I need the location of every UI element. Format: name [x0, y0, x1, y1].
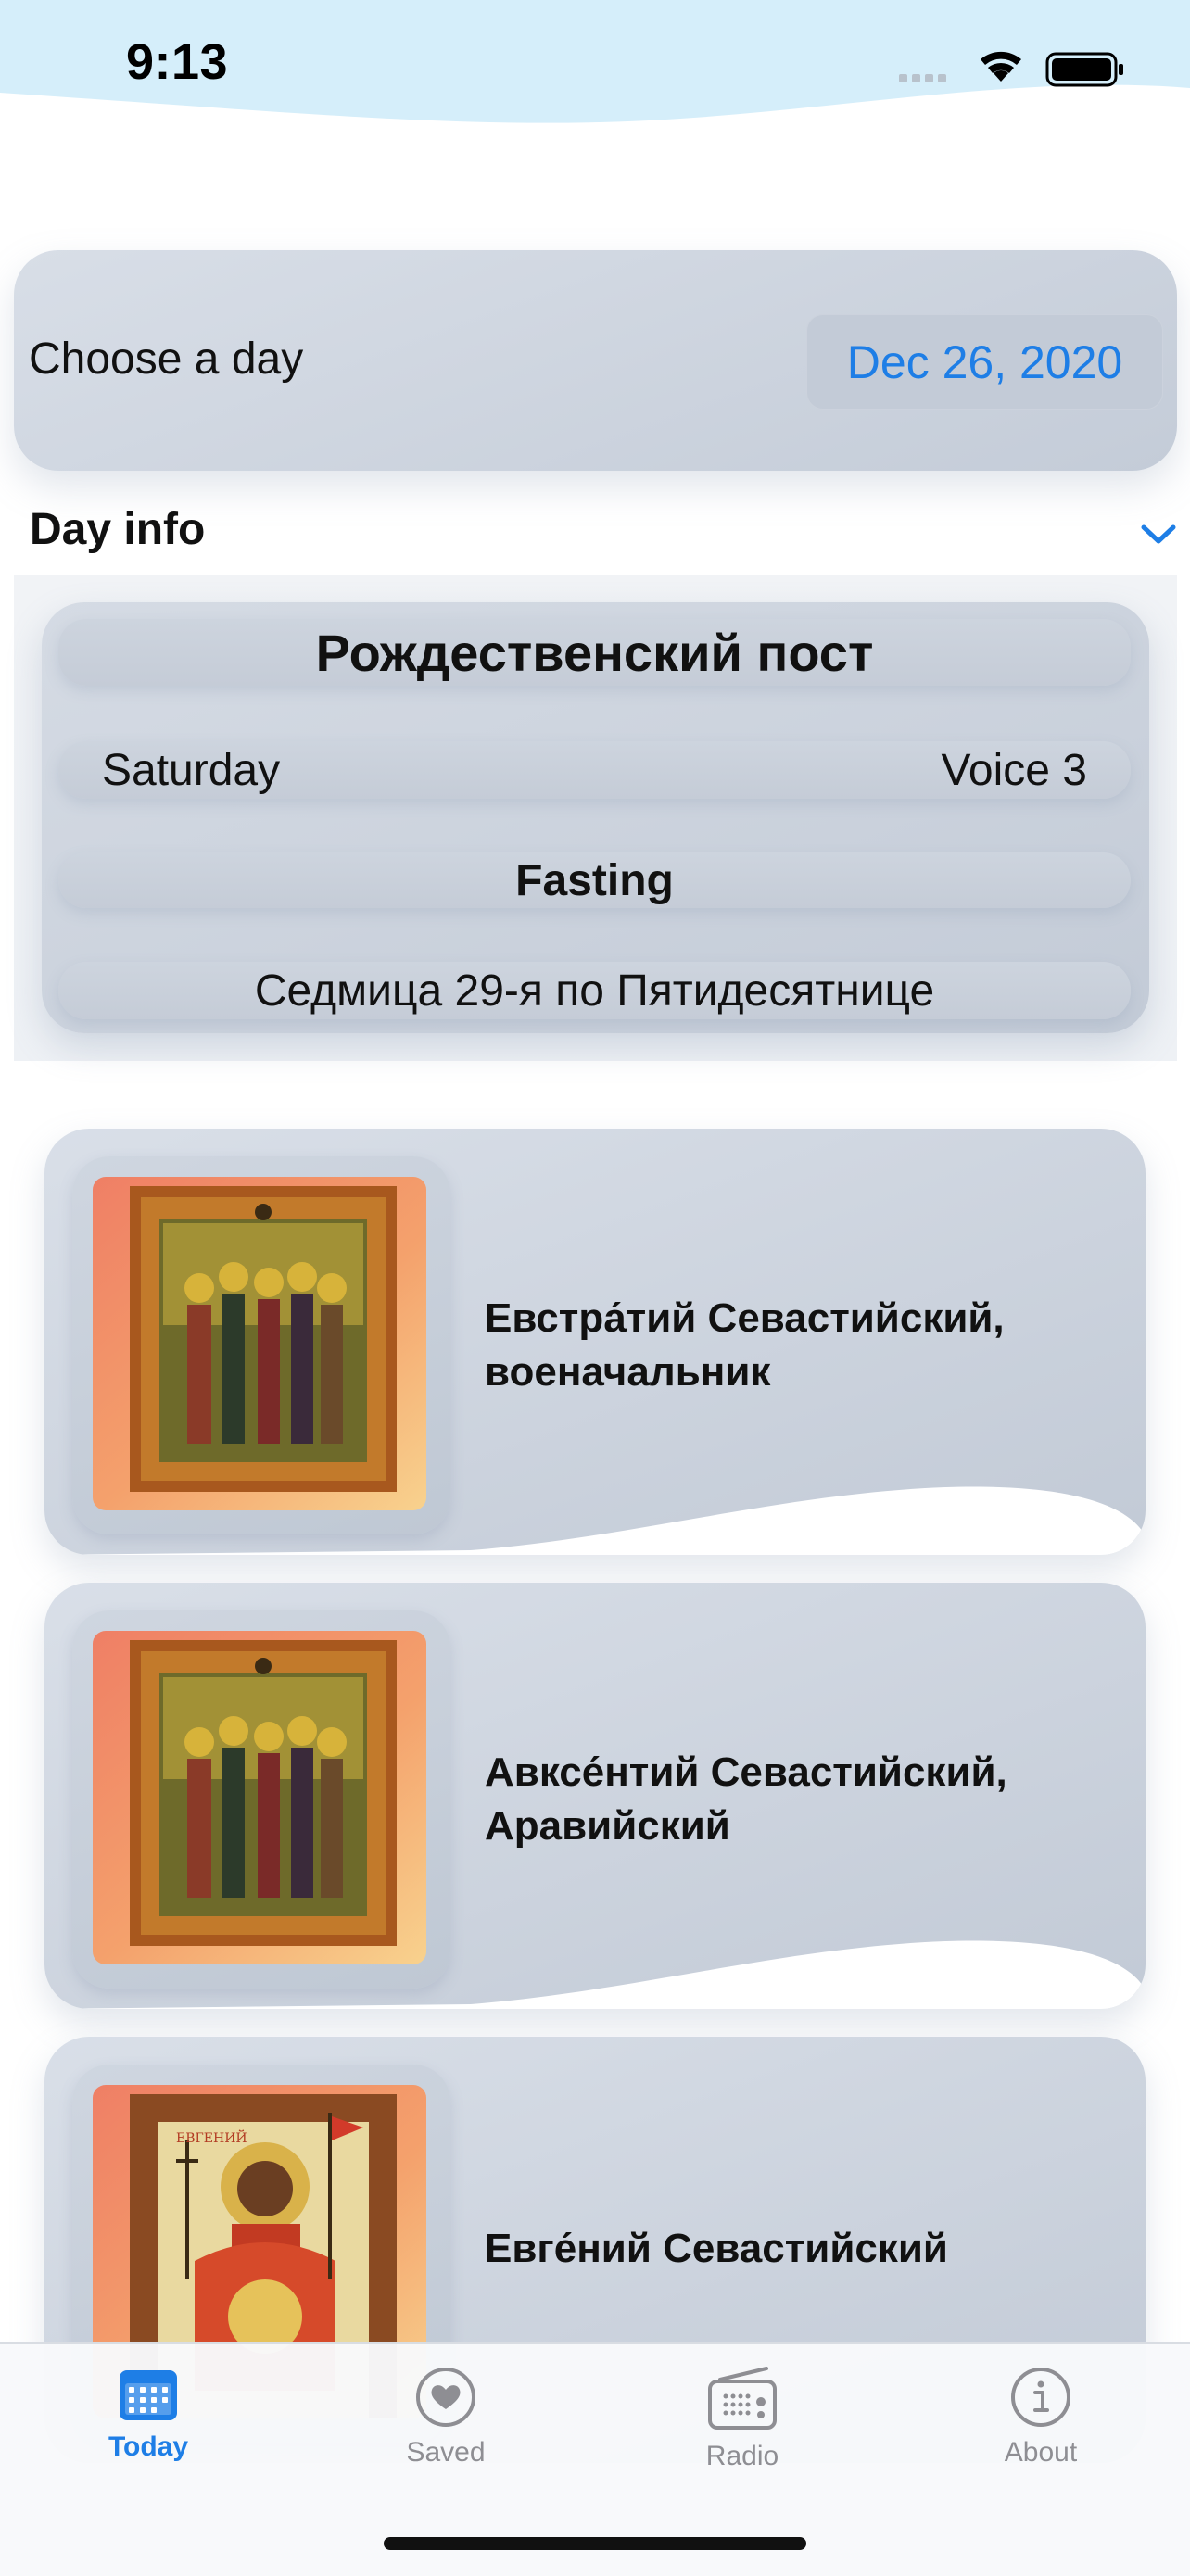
radio-icon — [708, 2367, 777, 2430]
feast-title-text: Рождественский пост — [315, 623, 874, 682]
fasting-text: Fasting — [515, 855, 674, 905]
tab-radio-label: Radio — [705, 2441, 779, 2471]
saint-name: Евге́ний Севастийский — [485, 2226, 948, 2271]
chevron-down-icon[interactable] — [1140, 523, 1177, 547]
saint-icon-frame — [72, 1610, 450, 1989]
calendar-icon — [120, 2370, 177, 2420]
weekday-text: Saturday — [102, 745, 281, 795]
saints-group-icon — [93, 1177, 426, 1510]
saint-icon-frame — [72, 1156, 450, 1534]
wifi-icon — [981, 51, 1021, 82]
date-picker-button[interactable]: Dec 26, 2020 — [806, 314, 1163, 410]
cellular-signal-icon — [899, 74, 946, 82]
week-text: Седмица 29-я по Пятидесятнице — [254, 966, 935, 1016]
saint-name: Евстра́тий Севастийский, военачальник — [485, 1295, 1005, 1395]
week-info: Седмица 29-я по Пятидесятнице — [58, 962, 1131, 1019]
status-time: 9:13 — [126, 34, 229, 90]
tab-about[interactable]: About — [948, 2367, 1133, 2487]
svg-text:ЕВГЕНИЙ: ЕВГЕНИЙ — [176, 2128, 247, 2146]
saints-group-icon — [93, 1631, 426, 1964]
date-selector-label: Choose a day — [29, 335, 304, 384]
feast-title: Рождественский пост — [58, 619, 1131, 686]
tab-saved-label: Saved — [406, 2437, 486, 2468]
weekday-voice-row: Saturday Voice 3 — [58, 741, 1131, 799]
home-indicator — [384, 2537, 806, 2550]
saint-name: Авксе́нтий Севастийский, Аравийский — [485, 1749, 1007, 1849]
date-selector-card: Choose a day Dec 26, 2020 — [14, 250, 1177, 471]
voice-text: Voice 3 — [941, 745, 1087, 795]
saint-card[interactable]: Авксе́нтий Севастийский, Аравийский — [44, 1583, 1146, 2009]
day-info-header[interactable]: Day info — [30, 504, 205, 555]
heart-icon — [416, 2368, 475, 2427]
battery-icon — [1045, 52, 1123, 87]
fasting-badge: Fasting — [58, 852, 1131, 908]
day-info-card: Рождественский пост Saturday Voice 3 Fas… — [42, 602, 1149, 1033]
saint-card[interactable]: Евстра́тий Севастийский, военачальник — [44, 1129, 1146, 1555]
tab-today-label: Today — [108, 2431, 189, 2462]
status-icons — [899, 51, 1123, 87]
tab-saved[interactable]: Saved — [353, 2367, 538, 2487]
tab-today[interactable]: Today — [56, 2367, 241, 2487]
info-icon — [1011, 2368, 1070, 2427]
tab-about-label: About — [1004, 2437, 1078, 2468]
tab-radio[interactable]: Radio — [650, 2367, 835, 2487]
